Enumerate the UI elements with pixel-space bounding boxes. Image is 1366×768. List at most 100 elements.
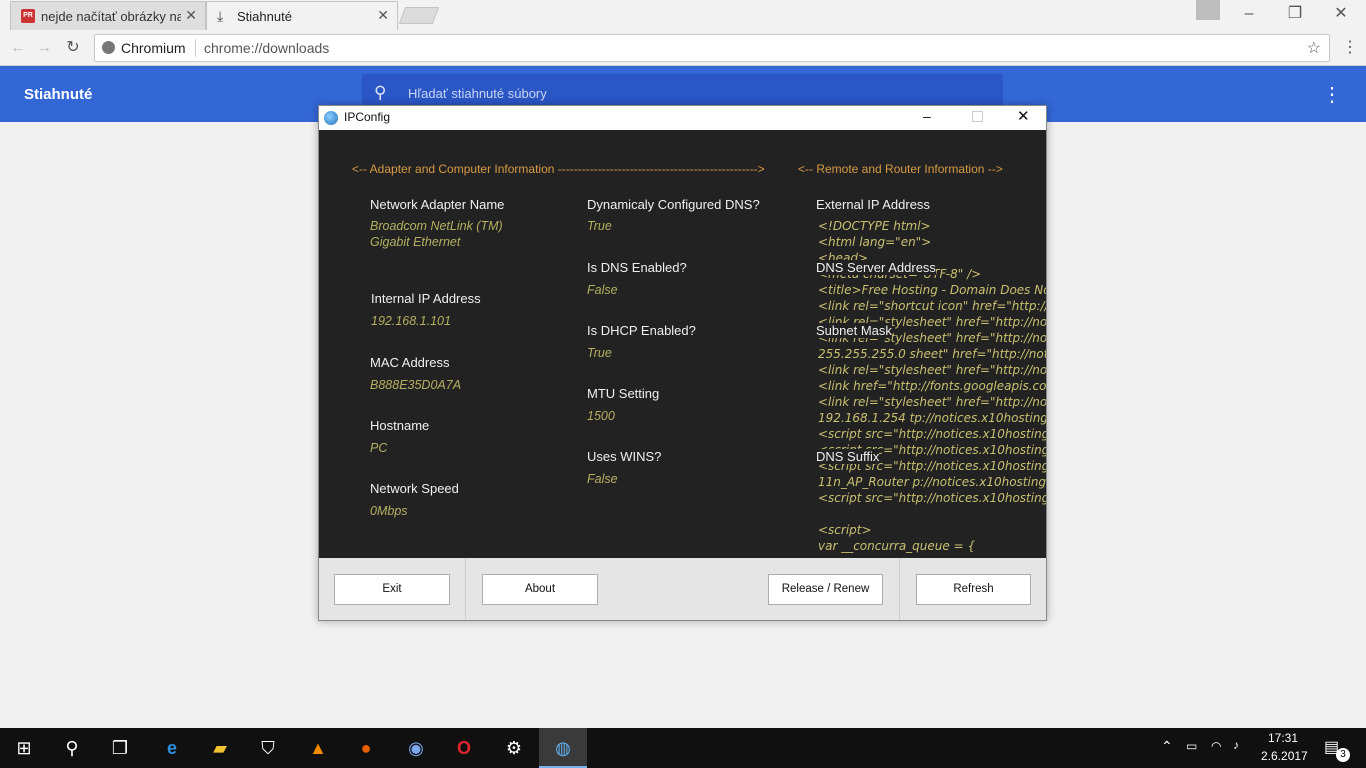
code-line: <link rel="stylesheet" href="http://noti…	[818, 363, 1046, 377]
adapter-name-value-2: Gigabit Ethernet	[370, 235, 461, 249]
hostname-value: PC	[370, 441, 388, 455]
task-view-icon[interactable]: ❐	[96, 728, 144, 768]
code-line: <script src="http://notices.x10hosting.c…	[818, 491, 1046, 505]
tab-strip: PR nejde načítať obrázky na ✕ ⤓ Stiahnut…	[0, 0, 1366, 30]
dns-enabled-value: False	[587, 283, 618, 297]
code-line: 192.168.1.254 tp://notices.x10hosting.co	[818, 411, 1046, 425]
code-line: <link rel="stylesheet" href="http://noti…	[818, 395, 1046, 409]
divider	[899, 558, 900, 620]
notification-count: 3	[1336, 748, 1350, 762]
windows-start-icon[interactable]: ⊞	[0, 728, 48, 768]
new-tab-button[interactable]	[398, 7, 440, 24]
address-bar[interactable]: Chromium chrome://downloads ☆	[94, 34, 1330, 62]
code-line: <script src="http://notices.x10hosting.c…	[818, 427, 1046, 441]
wins-value: False	[587, 472, 618, 486]
code-line: <title>Free Hosting - Domain Does Not E	[818, 283, 1046, 297]
code-line: <!DOCTYPE html>	[818, 219, 931, 233]
code-line: <html lang="en">	[818, 235, 932, 249]
minimize-icon[interactable]: –	[1226, 0, 1272, 30]
tab-label: Stiahnuté	[237, 9, 292, 24]
divider	[465, 558, 466, 620]
dns-suffix-label: DNS Suffix	[816, 449, 880, 464]
release-renew-button[interactable]: Release / Renew	[768, 574, 883, 605]
mtu-value: 1500	[587, 409, 615, 423]
clock-date[interactable]: 2.6.2017	[1261, 749, 1308, 763]
site-favicon-icon: PR	[21, 9, 35, 23]
url-path: chrome://downloads	[204, 40, 330, 56]
url-divider	[195, 39, 196, 57]
window-title: IPConfig	[344, 110, 391, 124]
wifi-icon[interactable]: ◠	[1211, 739, 1221, 753]
battery-icon[interactable]: ▭	[1186, 739, 1197, 753]
back-icon[interactable]: ←	[8, 38, 28, 58]
dns-enabled-label: Is DNS Enabled?	[587, 260, 687, 275]
clock-time[interactable]: 17:31	[1268, 731, 1298, 745]
profile-avatar[interactable]	[1196, 0, 1220, 20]
network-speed-value: 0Mbps	[370, 504, 408, 518]
chrome-menu-icon[interactable]: ⋮	[1340, 38, 1360, 58]
chevron-up-icon[interactable]: ⌃	[1161, 738, 1173, 755]
network-speed-label: Network Speed	[370, 481, 459, 496]
vlc-icon[interactable]: ▲	[294, 728, 342, 768]
more-menu-icon[interactable]: ⋮	[1322, 82, 1342, 107]
subnet-mask-label: Subnet Mask	[816, 323, 892, 338]
globe-icon	[324, 111, 338, 125]
page-title: Stiahnuté	[24, 86, 93, 103]
restore-icon[interactable]: ❐	[1272, 0, 1318, 30]
button-bar: Exit About Release / Renew Refresh	[319, 558, 1046, 620]
info-panel: <-- Adapter and Computer Information ---…	[319, 130, 1046, 558]
tab-nejde[interactable]: PR nejde načítať obrázky na ✕	[10, 1, 206, 30]
close-tab-icon[interactable]: ✕	[377, 7, 389, 24]
dynamic-dns-value: True	[587, 219, 612, 233]
reload-icon[interactable]: ↻	[63, 38, 83, 58]
mac-address-label: MAC Address	[370, 355, 450, 370]
code-line: var __concurra_queue = {	[818, 539, 976, 553]
taskbar: ⊞ ⚲ ❐ e ▰ ⛉ ▲ ● ◉ O ⚙ ◍ ⌃ ▭ ◠ ♪ 17:31 2.…	[0, 728, 1366, 768]
download-icon: ⤓	[217, 8, 224, 24]
maximize-icon	[972, 111, 983, 122]
dhcp-enabled-label: Is DHCP Enabled?	[587, 323, 696, 338]
ipconfig-taskbar-icon[interactable]: ◍	[539, 728, 587, 768]
bookmark-star-icon[interactable]: ☆	[1307, 38, 1321, 58]
wins-label: Uses WINS?	[587, 449, 662, 464]
hostname-label: Hostname	[370, 418, 430, 433]
close-window-icon[interactable]: ✕	[1318, 0, 1364, 30]
opera-icon[interactable]: O	[440, 728, 488, 768]
tab-stiahnute[interactable]: ⤓ Stiahnuté ✕	[206, 1, 398, 30]
url-site: Chromium	[121, 40, 186, 56]
volume-icon[interactable]: ♪	[1233, 738, 1239, 752]
chromium-icon	[102, 41, 115, 54]
adapter-section-header: <-- Adapter and Computer Information ---…	[352, 162, 765, 176]
dynamic-dns-label: Dynamicaly Configured DNS?	[587, 197, 760, 212]
exit-button[interactable]: Exit	[334, 574, 450, 605]
search-placeholder: Hľadať stiahnuté súbory	[408, 86, 547, 101]
forward-icon[interactable]: →	[34, 38, 54, 58]
firefox-icon[interactable]: ●	[342, 728, 390, 768]
tab-label: nejde načítať obrázky na	[41, 9, 181, 24]
settings-gear-icon[interactable]: ⚙	[490, 728, 538, 768]
chromium-icon[interactable]: ◉	[392, 728, 440, 768]
ipconfig-titlebar: IPConfig – ✕	[319, 106, 1046, 130]
ipconfig-window: IPConfig – ✕ <-- Adapter and Computer In…	[318, 105, 1047, 621]
file-explorer-icon[interactable]: ▰	[196, 728, 244, 768]
search-icon: ⚲	[374, 83, 387, 102]
code-line: <script>	[818, 523, 872, 537]
close-tab-icon[interactable]: ✕	[185, 7, 197, 24]
adapter-name-label: Network Adapter Name	[370, 197, 505, 212]
adapter-name-value: Broadcom NetLink (TM)	[370, 219, 503, 233]
store-icon[interactable]: ⛉	[244, 728, 292, 768]
code-line: 255.255.255.0 sheet" href="http://notic	[818, 347, 1046, 361]
about-button[interactable]: About	[482, 574, 598, 605]
refresh-button[interactable]: Refresh	[916, 574, 1031, 605]
close-icon[interactable]: ✕	[1017, 107, 1030, 125]
toolbar: ← → ↻ Chromium chrome://downloads ☆ ⋮	[0, 30, 1366, 66]
dhcp-enabled-value: True	[587, 346, 612, 360]
minimize-icon[interactable]: –	[923, 108, 931, 124]
mtu-label: MTU Setting	[587, 386, 660, 401]
internal-ip-label: Internal IP Address	[371, 291, 481, 306]
mac-address-value: B888E35D0A7A	[370, 378, 462, 392]
edge-icon[interactable]: e	[148, 728, 196, 768]
dns-server-label: DNS Server Address	[816, 260, 936, 275]
search-icon[interactable]: ⚲	[48, 728, 96, 768]
